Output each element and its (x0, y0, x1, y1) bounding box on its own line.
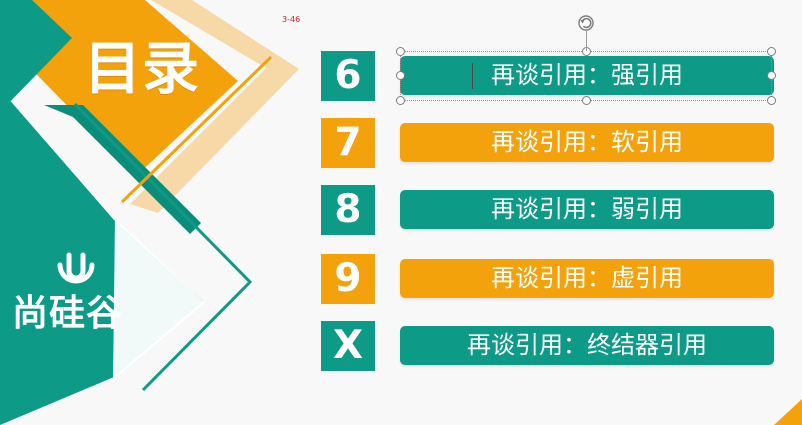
resize-handle-right[interactable] (767, 71, 776, 80)
toc-number: 8 (321, 185, 375, 235)
toc-item-x[interactable]: X 再谈引用：终结器引用 (321, 321, 775, 371)
text-caret (472, 63, 473, 89)
toc-item-7[interactable]: 7 再谈引用：软引用 (321, 118, 775, 168)
toc-number: 9 (321, 254, 375, 304)
resize-handle-bottom-left[interactable] (396, 96, 405, 105)
toc-bar-label[interactable]: 再谈引用：弱引用 (400, 190, 774, 229)
slide-marker: 3-46 (282, 15, 301, 24)
toc-bar-label[interactable]: 再谈引用：终结器引用 (400, 326, 774, 365)
resize-handle-bottom-right[interactable] (767, 96, 776, 105)
brand-logo-text: 尚硅谷 (12, 293, 124, 334)
slide-title: 目录 (84, 36, 200, 102)
u-logo-icon (57, 252, 95, 284)
resize-handle-top-right[interactable] (767, 47, 776, 56)
resize-handle-left[interactable] (396, 71, 405, 80)
toc-item-8[interactable]: 8 再谈引用：弱引用 (321, 185, 775, 235)
resize-handle-top-left[interactable] (396, 47, 405, 56)
toc-item-6[interactable]: 6 再谈引用：强引用 (321, 51, 775, 101)
rotation-connector (586, 31, 587, 51)
toc-bar-label[interactable]: 再谈引用：软引用 (400, 123, 774, 162)
toc-bar-label[interactable]: 再谈引用：强引用 (400, 56, 774, 95)
toc-item-9[interactable]: 9 再谈引用：虚引用 (321, 254, 775, 304)
toc-number: 6 (321, 51, 375, 101)
toc-number: X (321, 321, 375, 371)
rotate-icon[interactable] (576, 13, 596, 33)
resize-handle-bottom[interactable] (582, 96, 591, 105)
corner-decorative-shape (774, 399, 802, 425)
toc-number: 7 (321, 118, 375, 168)
toc-bar-label[interactable]: 再谈引用：虚引用 (400, 259, 774, 298)
presentation-slide: 目录 3-46 尚硅谷 6 再谈引用：强引用 7 再谈引用：软引用 8 再谈引用… (0, 0, 802, 425)
